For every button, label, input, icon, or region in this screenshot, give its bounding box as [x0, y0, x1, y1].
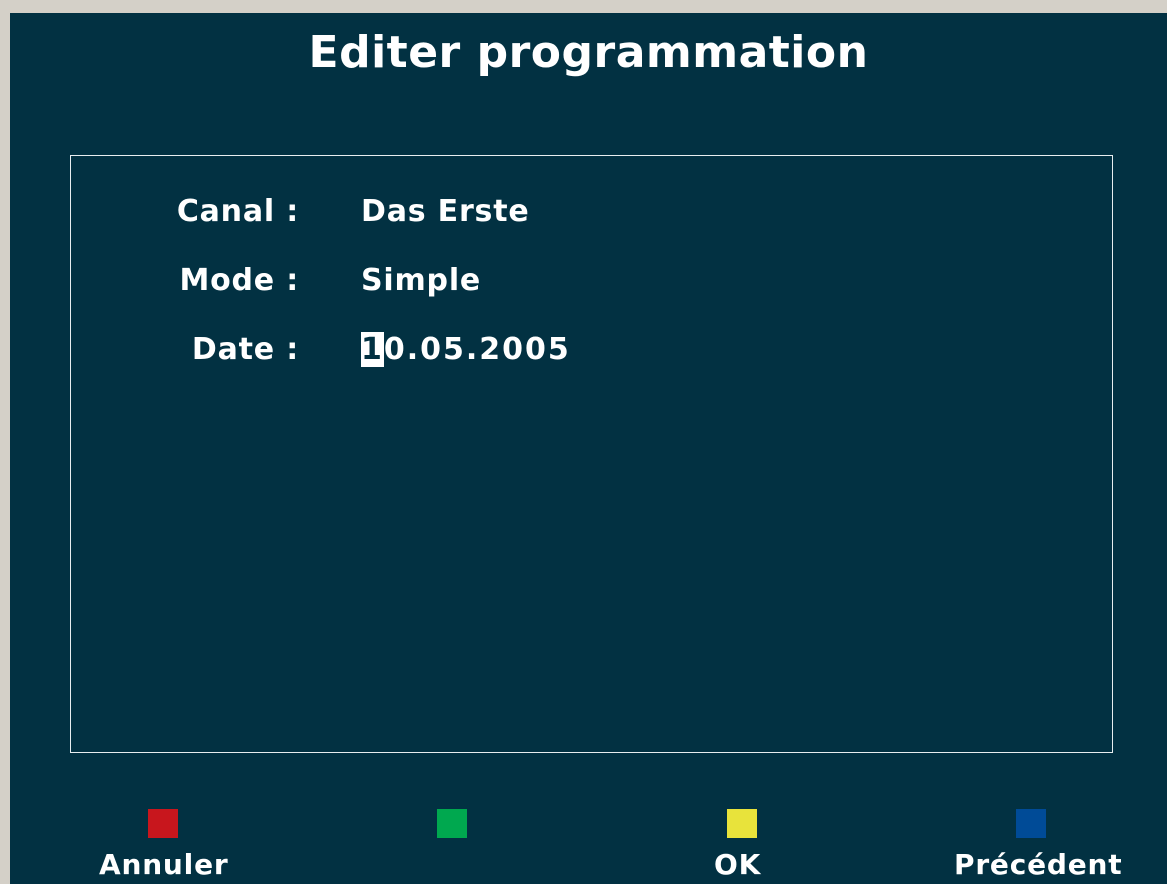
- page-title: Editer programmation: [308, 27, 869, 78]
- canal-value[interactable]: Das Erste: [361, 194, 529, 229]
- mode-value[interactable]: Simple: [361, 263, 481, 298]
- edit-panel: Canal : Das Erste Mode : Simple Date : 1…: [70, 155, 1113, 753]
- cancel-button-label[interactable]: Annuler: [99, 848, 228, 881]
- ok-button-label[interactable]: OK: [714, 848, 761, 881]
- mode-row[interactable]: Mode : Simple: [71, 263, 1112, 307]
- tv-screen: Editer programmation Canal : Das Erste M…: [10, 13, 1167, 884]
- blue-key-icon[interactable]: [1016, 809, 1046, 838]
- date-row[interactable]: Date : 10.05.2005: [71, 332, 1112, 376]
- yellow-key-icon[interactable]: [727, 809, 757, 838]
- date-field[interactable]: 10.05.2005: [361, 332, 571, 367]
- canal-label: Canal :: [176, 194, 299, 229]
- text-cursor: 1: [361, 332, 384, 367]
- red-key-icon[interactable]: [148, 809, 178, 838]
- mode-label: Mode :: [179, 263, 299, 298]
- date-value-rest: 0.05.2005: [383, 332, 571, 367]
- canal-row[interactable]: Canal : Das Erste: [71, 194, 1112, 238]
- green-key-icon[interactable]: [437, 809, 467, 838]
- previous-button-label[interactable]: Précédent: [954, 848, 1122, 881]
- date-label: Date :: [191, 332, 299, 367]
